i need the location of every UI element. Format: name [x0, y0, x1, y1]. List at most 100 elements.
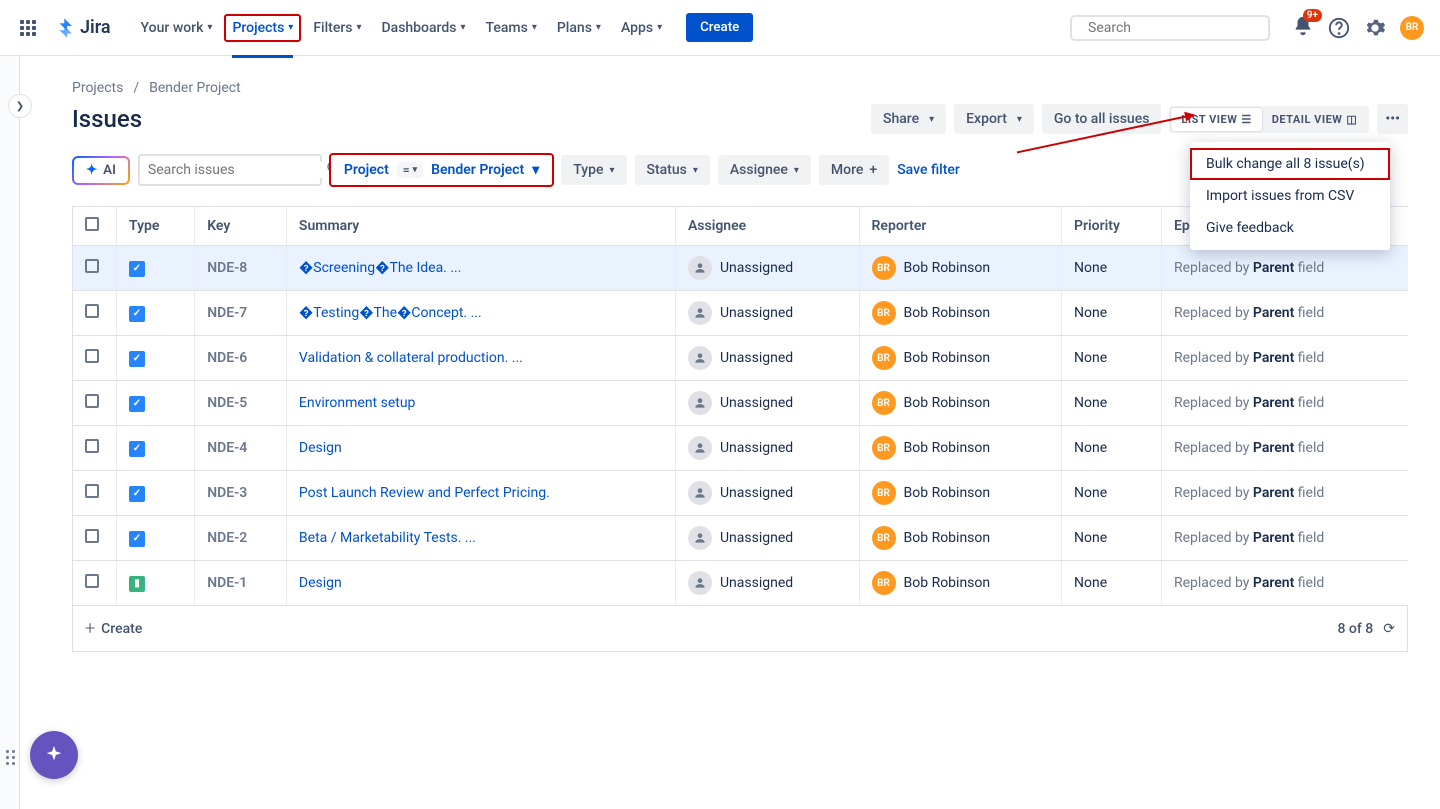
- go-to-all-issues-button[interactable]: Go to all issues: [1042, 104, 1162, 134]
- view-toggle: LIST VIEW ☰ DETAIL VIEW ◫: [1169, 106, 1369, 133]
- nav-dashboards[interactable]: Dashboards ▾: [374, 14, 474, 42]
- notifications-icon[interactable]: 9+: [1292, 15, 1314, 41]
- give-feedback-item[interactable]: Give feedback: [1190, 212, 1390, 244]
- inline-create-button[interactable]: +Create: [85, 618, 142, 639]
- reporter-cell[interactable]: BRBob Robinson: [872, 526, 1049, 550]
- assistant-fab[interactable]: [30, 731, 78, 779]
- issue-summary-link[interactable]: Beta / Marketability Tests. ...: [299, 530, 476, 546]
- assignee-cell[interactable]: Unassigned: [688, 481, 847, 505]
- global-search[interactable]: [1070, 15, 1270, 41]
- nav-your-work[interactable]: Your work ▾: [133, 14, 221, 42]
- settings-icon[interactable]: [1364, 17, 1386, 39]
- assignee-cell[interactable]: Unassigned: [688, 346, 847, 370]
- issue-summary-link[interactable]: Validation & collateral production. ...: [299, 350, 523, 366]
- reporter-cell[interactable]: BRBob Robinson: [872, 571, 1049, 595]
- col-header[interactable]: Type: [117, 207, 195, 246]
- app-switcher-icon[interactable]: [16, 16, 40, 40]
- col-header[interactable]: Assignee: [675, 207, 859, 246]
- table-row[interactable]: ✓NDE-6Validation & collateral production…: [73, 336, 1409, 381]
- help-icon[interactable]: [1328, 17, 1350, 39]
- reporter-cell[interactable]: BRBob Robinson: [872, 346, 1049, 370]
- user-avatar[interactable]: BR: [1400, 16, 1424, 40]
- assignee-cell[interactable]: Unassigned: [688, 571, 847, 595]
- issue-key[interactable]: NDE-4: [195, 426, 287, 471]
- refresh-icon[interactable]: ⟳: [1383, 621, 1395, 637]
- table-row[interactable]: ✓NDE-2Beta / Marketability Tests. ...Una…: [73, 516, 1409, 561]
- col-header[interactable]: Reporter: [859, 207, 1061, 246]
- reporter-cell[interactable]: BRBob Robinson: [872, 436, 1049, 460]
- issue-summary-link[interactable]: Post Launch Review and Perfect Pricing.: [299, 485, 550, 501]
- row-checkbox[interactable]: [85, 304, 99, 318]
- col-header[interactable]: Priority: [1061, 207, 1161, 246]
- reporter-cell[interactable]: BRBob Robinson: [872, 481, 1049, 505]
- col-header[interactable]: [73, 207, 117, 246]
- create-button[interactable]: Create: [686, 13, 753, 42]
- row-checkbox[interactable]: [85, 349, 99, 363]
- reporter-cell[interactable]: BRBob Robinson: [872, 391, 1049, 415]
- filter-assignee[interactable]: Assignee▾: [718, 155, 811, 185]
- detail-view-toggle[interactable]: DETAIL VIEW ◫: [1262, 108, 1368, 131]
- table-row[interactable]: ✓NDE-7�Testing�The�Concept. ...Unassigne…: [73, 291, 1409, 336]
- row-checkbox[interactable]: [85, 484, 99, 498]
- issue-summary-link[interactable]: �Testing�The�Concept. ...: [299, 305, 482, 321]
- issue-summary-link[interactable]: Design: [299, 575, 342, 591]
- priority-cell: None: [1061, 471, 1161, 516]
- row-checkbox[interactable]: [85, 529, 99, 543]
- filter-type[interactable]: Type▾: [561, 155, 626, 185]
- reporter-cell[interactable]: BRBob Robinson: [872, 301, 1049, 325]
- issue-key[interactable]: NDE-5: [195, 381, 287, 426]
- issue-key[interactable]: NDE-6: [195, 336, 287, 381]
- product-logo[interactable]: Jira: [54, 17, 111, 39]
- fab-drag-handle[interactable]: [6, 750, 15, 765]
- table-row[interactable]: ✓NDE-4DesignUnassignedBRBob RobinsonNone…: [73, 426, 1409, 471]
- assignee-cell[interactable]: Unassigned: [688, 256, 847, 280]
- row-checkbox[interactable]: [85, 394, 99, 408]
- reporter-cell[interactable]: BRBob Robinson: [872, 256, 1049, 280]
- issue-summary-link[interactable]: Design: [299, 440, 342, 456]
- table-row[interactable]: ▮NDE-1DesignUnassignedBRBob RobinsonNone…: [73, 561, 1409, 606]
- row-checkbox[interactable]: [85, 439, 99, 453]
- expand-sidebar-icon[interactable]: ❯: [8, 94, 32, 118]
- issue-key[interactable]: NDE-1: [195, 561, 287, 606]
- issue-key[interactable]: NDE-2: [195, 516, 287, 561]
- page-actions: Share▾ Export▾ Go to all issues LIST VIE…: [871, 104, 1408, 134]
- breadcrumb-projects[interactable]: Projects: [72, 80, 123, 96]
- issue-summary-link[interactable]: �Screening�The Idea. ...: [299, 260, 462, 276]
- breadcrumb-project[interactable]: Bender Project: [149, 80, 241, 96]
- import-csv-item[interactable]: Import issues from CSV: [1190, 180, 1390, 212]
- row-checkbox[interactable]: [85, 574, 99, 588]
- table-row[interactable]: ✓NDE-5Environment setupUnassignedBRBob R…: [73, 381, 1409, 426]
- issue-key[interactable]: NDE-8: [195, 246, 287, 291]
- filter-more[interactable]: More+: [819, 155, 889, 185]
- reporter-avatar: BR: [872, 346, 896, 370]
- nav-apps[interactable]: Apps ▾: [613, 14, 670, 42]
- table-row[interactable]: ✓NDE-3Post Launch Review and Perfect Pri…: [73, 471, 1409, 516]
- nav-teams[interactable]: Teams ▾: [478, 14, 545, 42]
- issue-key[interactable]: NDE-7: [195, 291, 287, 336]
- table-row[interactable]: ✓NDE-8�Screening�The Idea. ...Unassigned…: [73, 246, 1409, 291]
- ai-filter-button[interactable]: ✦AI: [72, 156, 130, 185]
- filter-status[interactable]: Status▾: [635, 155, 710, 185]
- search-issues-input[interactable]: [148, 162, 326, 178]
- share-button[interactable]: Share▾: [871, 104, 946, 134]
- col-header[interactable]: Summary: [286, 207, 675, 246]
- assignee-cell[interactable]: Unassigned: [688, 391, 847, 415]
- assignee-cell[interactable]: Unassigned: [688, 436, 847, 460]
- assignee-cell[interactable]: Unassigned: [688, 301, 847, 325]
- bulk-change-item[interactable]: Bulk change all 8 issue(s): [1190, 148, 1390, 180]
- search-input[interactable]: [1088, 20, 1266, 36]
- issue-key[interactable]: NDE-3: [195, 471, 287, 516]
- more-actions-button[interactable]: •••: [1377, 104, 1408, 134]
- nav-filters[interactable]: Filters ▾: [305, 14, 369, 42]
- save-filter-link[interactable]: Save filter: [897, 162, 960, 178]
- filter-project-pill[interactable]: Project = ▾ Bender Project ▾: [330, 154, 553, 186]
- col-header[interactable]: Key: [195, 207, 287, 246]
- nav-plans[interactable]: Plans ▾: [549, 14, 609, 42]
- issue-summary-link[interactable]: Environment setup: [299, 395, 416, 411]
- assignee-cell[interactable]: Unassigned: [688, 526, 847, 550]
- select-all-checkbox[interactable]: [85, 217, 99, 231]
- nav-projects[interactable]: Projects ▾: [224, 14, 301, 42]
- row-checkbox[interactable]: [85, 259, 99, 273]
- search-issues[interactable]: [138, 154, 322, 186]
- export-button[interactable]: Export▾: [954, 104, 1034, 134]
